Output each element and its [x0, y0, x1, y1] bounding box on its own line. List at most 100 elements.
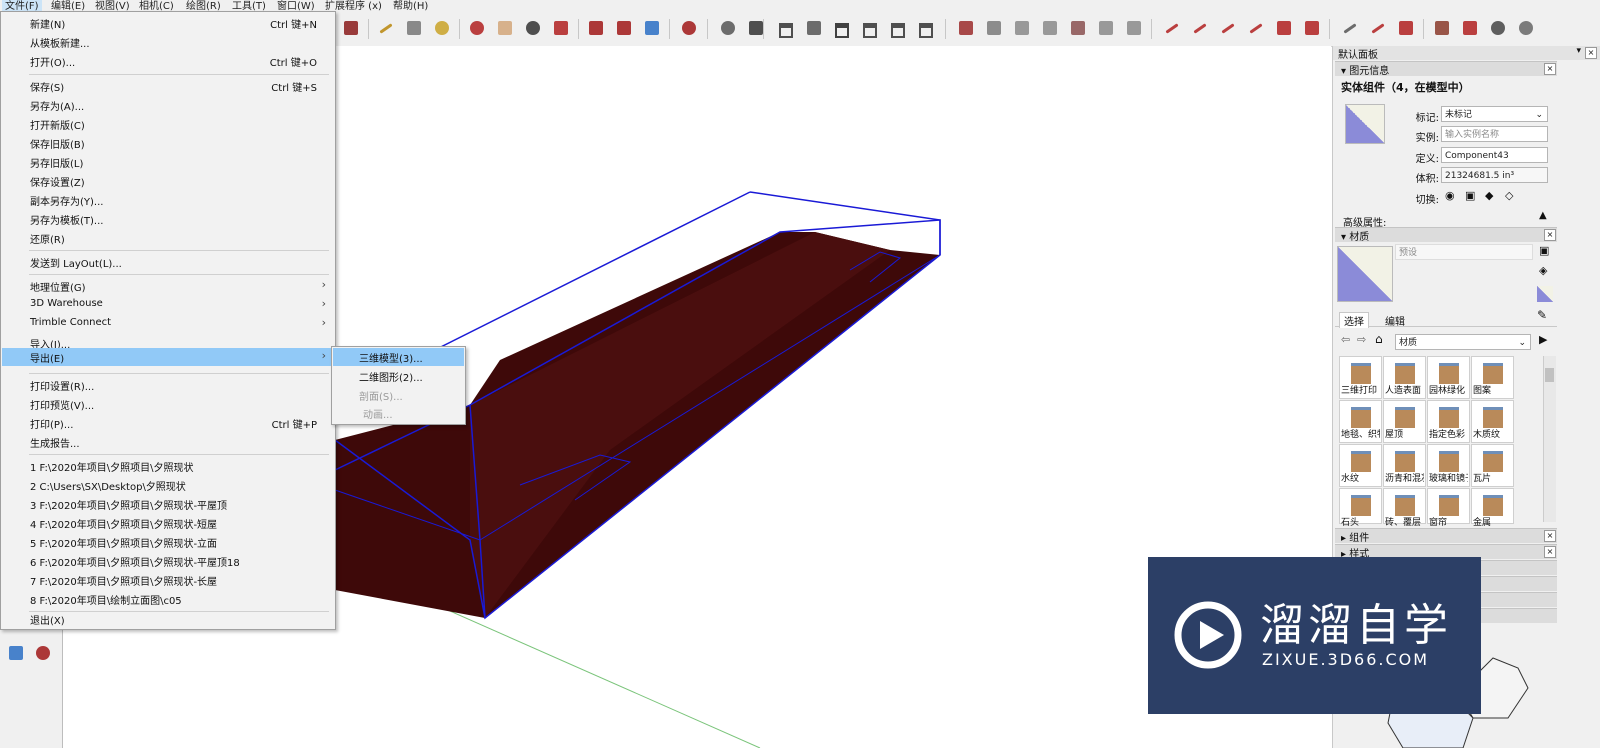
- solid-union-icon[interactable]: [1487, 17, 1509, 39]
- menu-item-save-old-version[interactable]: 保存旧版(B): [2, 134, 332, 152]
- menu-item-recent-7[interactable]: 7 F:\2020年项目\夕照项目\夕照现状-长屋: [2, 571, 332, 589]
- shadow-cast-icon[interactable]: ◆: [1485, 189, 1493, 202]
- menu-item-save-copy-as[interactable]: 副本另存为(Y)...: [2, 191, 332, 209]
- home-icon[interactable]: ⌂: [1375, 332, 1383, 346]
- shaded-textures-icon[interactable]: [1095, 17, 1117, 39]
- material-category[interactable]: 人造表面: [1383, 356, 1426, 399]
- menu-item-trimble-connect[interactable]: Trimble Connect ›: [2, 315, 332, 333]
- menu-file[interactable]: 文件(F): [2, 0, 42, 11]
- menu-item-print[interactable]: 打印(P)... Ctrl 键+P: [2, 414, 332, 432]
- add-detail-icon[interactable]: [1301, 17, 1323, 39]
- right-view-icon[interactable]: [859, 17, 881, 39]
- menu-item-export-2d-graphic[interactable]: 二维图形(2)...: [333, 367, 464, 385]
- menu-item-save[interactable]: 保存(S) Ctrl 键+S: [2, 77, 332, 95]
- material-name-input[interactable]: 预设: [1395, 244, 1533, 260]
- menu-item-3d-warehouse[interactable]: 3D Warehouse ›: [2, 296, 332, 314]
- material-category[interactable]: 金属: [1471, 488, 1514, 528]
- solid-outer-shell-icon[interactable]: [1431, 17, 1453, 39]
- menu-item-export-3d-model[interactable]: 三维模型(3)...: [333, 348, 464, 366]
- menu-item-open[interactable]: 打开(O)... Ctrl 键+O: [2, 52, 332, 70]
- eye-icon[interactable]: ◉: [1445, 189, 1455, 202]
- menu-edit[interactable]: 编辑(E): [48, 0, 88, 11]
- menu-draw[interactable]: 绘图(R): [183, 0, 224, 11]
- menu-item-recent-4[interactable]: 4 F:\2020年项目\夕照项目\夕照现状-短屋: [2, 514, 332, 532]
- menu-item-print-preview[interactable]: 打印预览(V)...: [2, 395, 332, 413]
- menu-item-exit[interactable]: 退出(X): [2, 609, 332, 627]
- menu-item-generate-report[interactable]: 生成报告...: [2, 433, 332, 451]
- left-view-icon[interactable]: [915, 17, 937, 39]
- paint-bucket-icon[interactable]: [431, 17, 453, 39]
- material-category[interactable]: 指定色彩: [1427, 400, 1470, 443]
- back-view-icon[interactable]: [887, 17, 909, 39]
- pan-icon[interactable]: [494, 17, 516, 39]
- menu-tools[interactable]: 工具(T): [229, 0, 269, 11]
- forward-arrow-icon[interactable]: ⇨: [1357, 333, 1366, 346]
- menu-item-save-as[interactable]: 另存为(A)...: [2, 96, 332, 114]
- menu-item-revert[interactable]: 还原(R): [2, 229, 332, 247]
- orbit-icon[interactable]: [466, 17, 488, 39]
- close-icon[interactable]: ×: [1544, 530, 1556, 542]
- material-category[interactable]: 屋顶: [1383, 400, 1426, 443]
- menu-item-save-as-old-version[interactable]: 另存旧版(L): [2, 153, 332, 171]
- materials-header[interactable]: ▾ 材质: [1335, 227, 1557, 243]
- user-account-icon[interactable]: [717, 17, 739, 39]
- follow-me-icon[interactable]: [1367, 17, 1389, 39]
- material-category[interactable]: 三维打印: [1339, 356, 1382, 399]
- smoove-icon[interactable]: [1217, 17, 1239, 39]
- menu-item-export[interactable]: 导出(E) ›: [2, 348, 332, 366]
- top-view-icon[interactable]: [803, 17, 825, 39]
- material-category[interactable]: 瓦片: [1471, 444, 1514, 487]
- hidden-line-icon[interactable]: [1039, 17, 1061, 39]
- material-category[interactable]: 窗帘: [1427, 488, 1470, 528]
- default-material-swatch[interactable]: [1537, 286, 1553, 302]
- drape-icon[interactable]: [1273, 17, 1295, 39]
- stamp-icon[interactable]: [1245, 17, 1267, 39]
- instance-input[interactable]: 输入实例名称: [1441, 126, 1548, 142]
- tape-measure-icon[interactable]: [375, 17, 397, 39]
- menu-item-recent-6[interactable]: 6 F:\2020年项目\夕照项目\夕照现状-平屋顶18: [2, 552, 332, 570]
- flip-edge-icon[interactable]: [1339, 17, 1361, 39]
- warehouse-icon[interactable]: [585, 17, 607, 39]
- menu-item-send-to-layout[interactable]: 发送到 LayOut(L)...: [2, 253, 332, 271]
- eyedropper-icon[interactable]: ✎: [1537, 308, 1547, 322]
- tab-select[interactable]: 选择: [1339, 312, 1369, 328]
- close-icon[interactable]: ×: [1544, 63, 1556, 75]
- sandbox-from-scratch-icon[interactable]: [1189, 17, 1211, 39]
- material-category[interactable]: 玻璃和镜子: [1427, 444, 1470, 487]
- push-pull-icon[interactable]: [340, 17, 362, 39]
- menu-extensions[interactable]: 扩展程序 (x): [322, 0, 385, 11]
- menu-item-recent-3[interactable]: 3 F:\2020年项目\夕照项目\夕照现状-平屋顶: [2, 495, 332, 513]
- share-model-icon[interactable]: [613, 17, 635, 39]
- material-category[interactable]: 石头: [1339, 488, 1382, 528]
- menu-item-save-as-template[interactable]: 另存为模板(T)...: [2, 210, 332, 228]
- solid-intersect-icon[interactable]: [1459, 17, 1481, 39]
- zoom-icon[interactable]: [522, 17, 544, 39]
- offset-icon[interactable]: [1395, 17, 1417, 39]
- extension-warehouse-icon[interactable]: [32, 642, 54, 664]
- front-view-icon[interactable]: [831, 17, 853, 39]
- export-icon[interactable]: [641, 17, 663, 39]
- menu-camera[interactable]: 相机(C): [136, 0, 177, 11]
- xray-icon[interactable]: [955, 17, 977, 39]
- material-category[interactable]: 沥青和混凝土: [1383, 444, 1426, 487]
- zoom-extents-icon[interactable]: [550, 17, 572, 39]
- material-scrollbar[interactable]: [1543, 356, 1556, 522]
- close-icon[interactable]: ×: [1585, 47, 1597, 59]
- export-icon[interactable]: [5, 642, 27, 664]
- pin-icon[interactable]: ▾: [1576, 46, 1581, 56]
- menu-item-open-new-version[interactable]: 打开新版(C): [2, 115, 332, 133]
- close-icon[interactable]: ×: [1544, 546, 1556, 558]
- material-category[interactable]: 水纹: [1339, 444, 1382, 487]
- menu-item-print-setup[interactable]: 打印设置(R)...: [2, 376, 332, 394]
- details-icon[interactable]: ▶: [1539, 333, 1547, 346]
- iso-view-icon[interactable]: [775, 17, 797, 39]
- material-category[interactable]: 木质纹: [1471, 400, 1514, 443]
- extension-warehouse-icon[interactable]: [678, 17, 700, 39]
- shadow-receive-icon[interactable]: ◇: [1505, 189, 1513, 202]
- definition-input[interactable]: Component43: [1441, 147, 1548, 163]
- tab-edit[interactable]: 编辑: [1381, 313, 1409, 328]
- menu-item-recent-1[interactable]: 1 F:\2020年项目\夕照项目\夕照现状: [2, 457, 332, 475]
- solid-subtract-icon[interactable]: [1515, 17, 1537, 39]
- menu-item-recent-5[interactable]: 5 F:\2020年项目\夕照项目\夕照现状-立面: [2, 533, 332, 551]
- back-edges-icon[interactable]: [983, 17, 1005, 39]
